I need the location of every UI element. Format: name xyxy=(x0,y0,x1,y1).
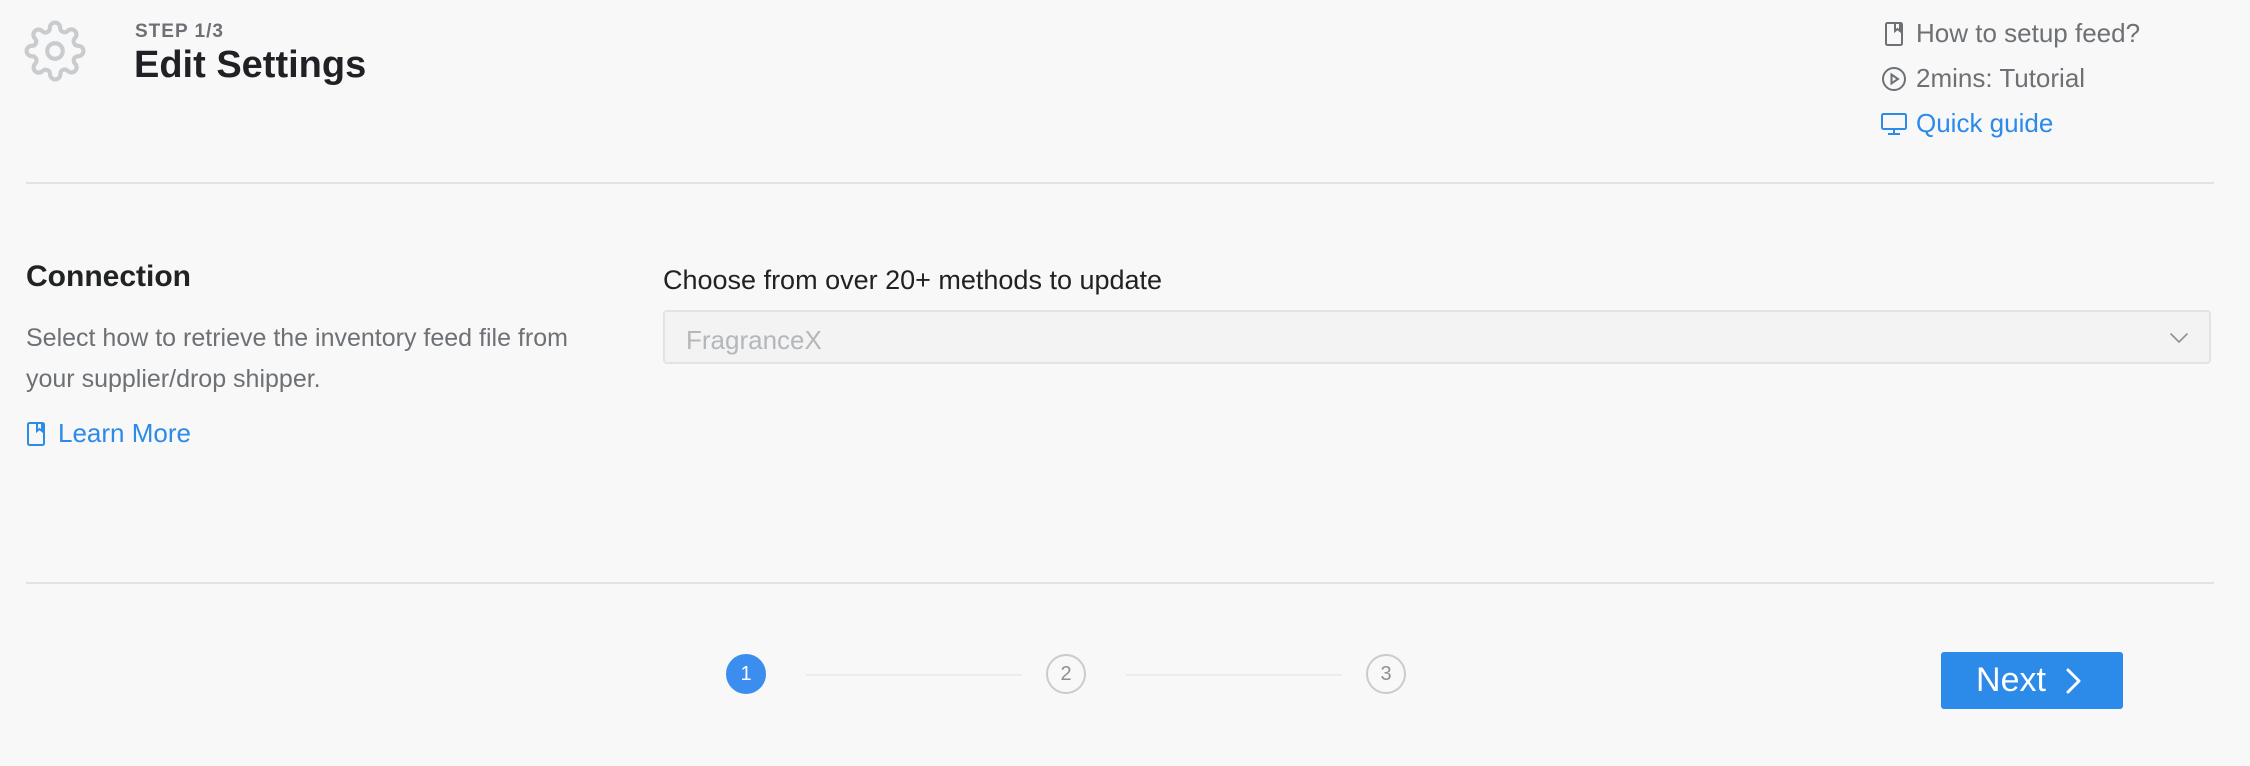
connection-description: Select how to retrieve the inventory fee… xyxy=(26,324,568,393)
method-select-value: FragranceX xyxy=(686,325,822,355)
setup-feed-link[interactable]: How to setup feed? xyxy=(1880,18,2140,49)
next-label: Next xyxy=(1976,661,2046,699)
gear-icon xyxy=(24,20,86,82)
page-title: Edit Settings xyxy=(134,44,367,86)
section-divider xyxy=(26,582,2214,584)
book-icon xyxy=(1880,20,1908,48)
step-2: 2 xyxy=(1046,654,1086,694)
play-circle-icon xyxy=(1880,65,1908,93)
connection-title: Connection xyxy=(26,260,191,293)
learn-more-link[interactable]: Learn More xyxy=(26,418,191,449)
next-button[interactable]: Next xyxy=(1941,652,2123,709)
step-connector xyxy=(806,674,1022,676)
method-select[interactable]: FragranceX xyxy=(663,310,2211,364)
step-1: 1 xyxy=(726,654,766,694)
setup-feed-label: How to setup feed? xyxy=(1916,18,2141,48)
edit-settings-page: STEP 1/3 Edit Settings How to setup feed… xyxy=(0,0,2250,766)
tutorial-label: 2mins: Tutorial xyxy=(1916,63,2086,93)
chevron-right-icon xyxy=(2062,666,2088,696)
method-select-label: Choose from over 20+ methods to update xyxy=(663,265,1163,295)
step-connector xyxy=(1126,674,1342,676)
step-progress: 1 2 3 xyxy=(726,654,1410,698)
tutorial-link[interactable]: 2mins: Tutorial xyxy=(1880,63,2085,94)
quick-guide-link[interactable]: Quick guide xyxy=(1880,108,2053,139)
step-indicator: STEP 1/3 xyxy=(135,21,224,42)
step-3: 3 xyxy=(1366,654,1406,694)
quick-guide-label: Quick guide xyxy=(1916,108,2054,138)
monitor-icon xyxy=(1880,110,1908,138)
header-divider xyxy=(26,182,2214,184)
learn-more-label: Learn More xyxy=(58,418,191,448)
chevron-down-icon xyxy=(2170,333,2188,344)
book-icon xyxy=(26,419,50,449)
